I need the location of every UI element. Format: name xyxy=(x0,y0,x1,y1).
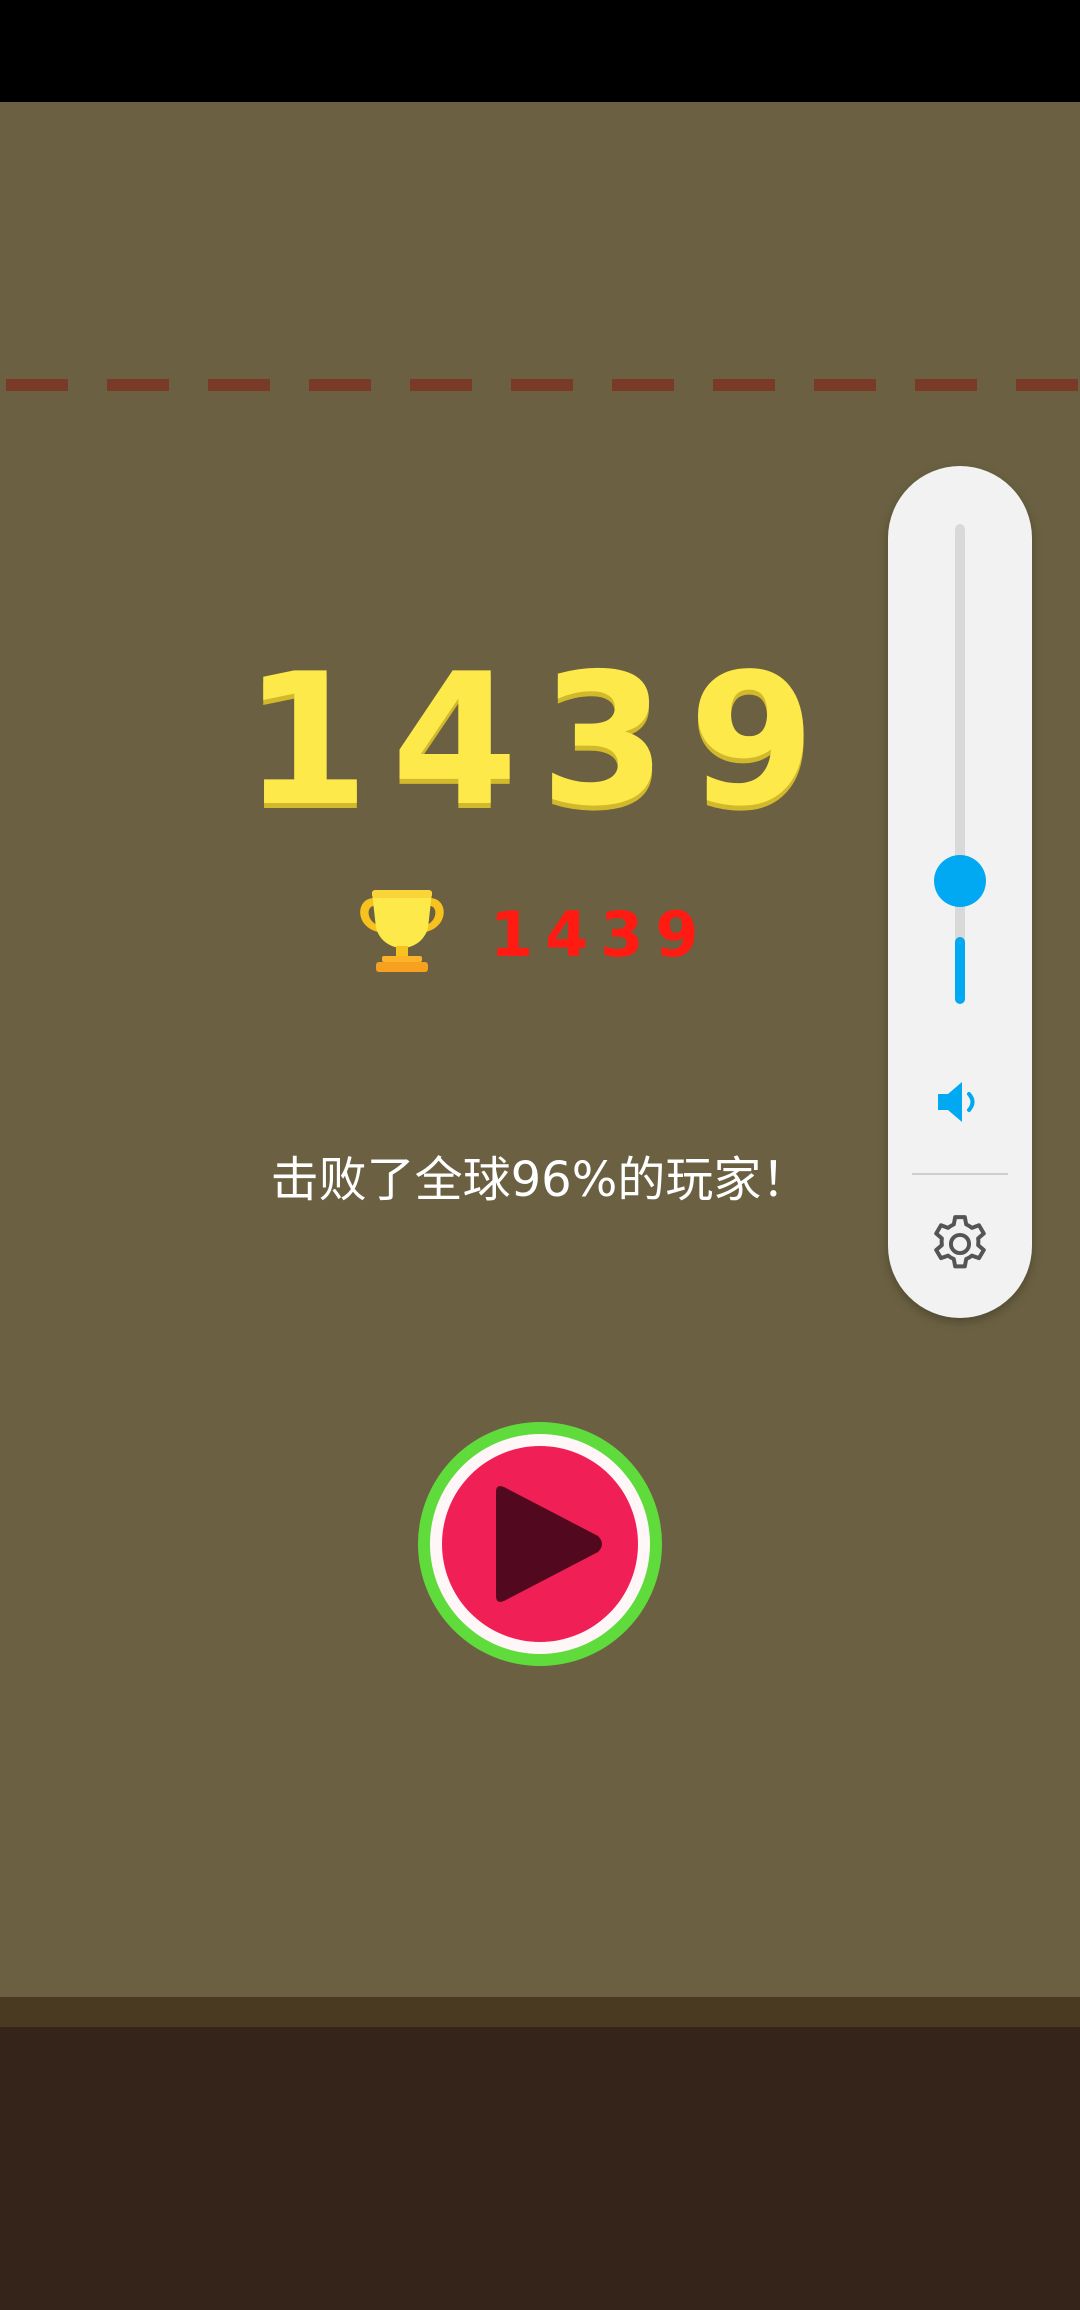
volume-slider-thumb[interactable] xyxy=(934,854,986,907)
volume-slider-fill xyxy=(955,936,965,1004)
status-bar xyxy=(0,0,1080,102)
gear-icon[interactable] xyxy=(926,1210,994,1278)
danger-line xyxy=(0,379,1080,391)
result-message: 击败了全球96%的玩家！ xyxy=(270,1152,810,1208)
best-score-row: 1439 xyxy=(340,880,740,990)
play-icon xyxy=(496,1486,602,1602)
current-score: 1439 xyxy=(242,634,838,846)
game-screen: 1439 1439 击败了全球96%的玩家！ xyxy=(0,0,1080,2310)
volume-panel xyxy=(888,466,1032,1318)
play-button[interactable] xyxy=(418,1422,662,1666)
ground-edge xyxy=(0,1997,1080,2027)
trophy-icon xyxy=(360,890,444,972)
ground xyxy=(0,2027,1080,2310)
panel-divider xyxy=(912,1173,1008,1175)
speaker-icon[interactable] xyxy=(932,1074,988,1130)
best-score: 1439 xyxy=(490,898,711,971)
volume-slider[interactable] xyxy=(934,524,986,1004)
